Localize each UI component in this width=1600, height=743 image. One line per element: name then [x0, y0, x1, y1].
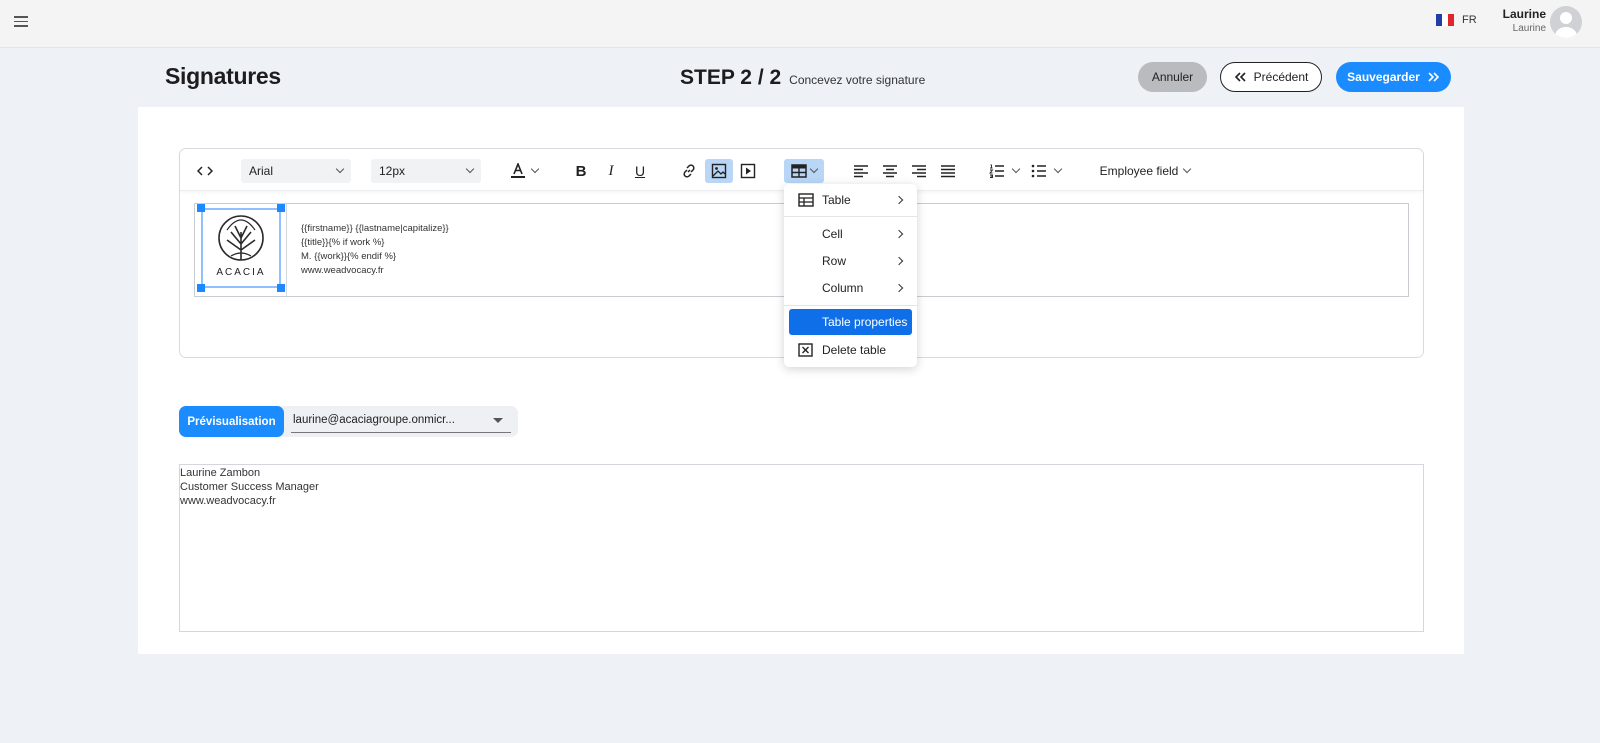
- text-color-icon: [510, 163, 525, 178]
- preview-email-select[interactable]: laurine@acaciagroupe.onmicr...: [291, 410, 511, 433]
- italic-icon[interactable]: I: [600, 159, 622, 183]
- step-label: STEP 2 / 2: [680, 66, 782, 89]
- menu-item-column[interactable]: Column: [784, 275, 917, 301]
- user-info[interactable]: Laurine Laurine: [1503, 7, 1546, 34]
- menu-icon[interactable]: [14, 16, 28, 27]
- menu-item-label: Row: [822, 254, 847, 268]
- bulleted-list-button[interactable]: [1028, 159, 1064, 183]
- logo-cell[interactable]: ACACIA: [195, 204, 287, 296]
- code-icon[interactable]: [194, 159, 216, 183]
- resize-handle[interactable]: [277, 204, 285, 212]
- font-family-select[interactable]: Arial: [241, 159, 351, 183]
- resize-handle[interactable]: [277, 284, 285, 292]
- delete-table-icon: [798, 343, 813, 357]
- signature-line: M. {{work}}{% endif %}: [301, 251, 397, 262]
- text-color-button[interactable]: [506, 159, 542, 183]
- chevron-right-icon: [894, 256, 904, 266]
- step-indicator: STEP 2 / 2 Concevez votre signature: [680, 66, 925, 90]
- preview-bar: Prévisualisation laurine@acaciagroupe.on…: [179, 406, 518, 437]
- preview-button[interactable]: Prévisualisation: [179, 406, 284, 437]
- bulleted-list-icon: [1031, 164, 1046, 178]
- double-chevron-right-icon: [1428, 72, 1439, 82]
- menu-divider: [784, 216, 917, 217]
- preview-line: www.weadvocacy.fr: [180, 495, 276, 507]
- bold-icon[interactable]: B: [570, 159, 592, 183]
- signature-template-text[interactable]: {{firstname}} {{lastname|capitalize}} {{…: [301, 222, 449, 278]
- table-icon: [798, 193, 814, 207]
- caret-down-icon: [493, 418, 503, 423]
- preview-text: Laurine Zambon Customer Success Manager …: [180, 466, 319, 508]
- align-justify-icon[interactable]: [937, 159, 959, 183]
- align-center-icon[interactable]: [879, 159, 901, 183]
- previous-button[interactable]: Précédent: [1220, 62, 1322, 92]
- save-button[interactable]: Sauvegarder: [1336, 62, 1451, 92]
- numbered-list-button[interactable]: [986, 159, 1022, 183]
- logo-text: ACACIA: [216, 267, 266, 278]
- acacia-logo-image[interactable]: ACACIA: [201, 208, 281, 288]
- cancel-button-label: Annuler: [1151, 70, 1194, 84]
- table-button[interactable]: [784, 159, 824, 183]
- cancel-button[interactable]: Annuler: [1138, 62, 1207, 92]
- step-description: Concevez votre signature: [789, 73, 926, 87]
- menu-divider: [784, 305, 917, 306]
- top-bar: FR Laurine Laurine: [0, 0, 1600, 48]
- underline-icon[interactable]: U: [629, 159, 651, 183]
- font-family-value: Arial: [249, 164, 274, 178]
- preview-line: Laurine Zambon: [180, 467, 261, 479]
- language-selector[interactable]: FR: [1436, 14, 1477, 26]
- france-flag-icon: [1436, 14, 1454, 26]
- menu-item-cell[interactable]: Cell: [784, 221, 917, 247]
- menu-item-label: Cell: [822, 227, 843, 241]
- menu-item-table-properties[interactable]: Table properties: [789, 309, 912, 335]
- double-chevron-left-icon: [1234, 72, 1246, 82]
- menu-item-table[interactable]: Table: [784, 187, 917, 213]
- employee-field-dropdown[interactable]: Employee field: [1097, 159, 1193, 183]
- signature-line: {{firstname}} {{lastname|capitalize}}: [301, 223, 449, 234]
- preview-line: Customer Success Manager: [180, 481, 319, 493]
- chevron-down-icon: [1053, 164, 1063, 174]
- table-menu: Table Cell Row Column Table properties D…: [784, 184, 917, 367]
- chevron-down-icon: [465, 164, 475, 174]
- menu-item-row[interactable]: Row: [784, 248, 917, 274]
- numbered-list-icon: [989, 164, 1004, 178]
- preview-email-value: laurine@acaciagroupe.onmicr...: [293, 414, 455, 426]
- signature-preview: Laurine Zambon Customer Success Manager …: [179, 464, 1424, 632]
- signature-line: {{title}}{% if work %}: [301, 237, 385, 248]
- resize-handle[interactable]: [197, 284, 205, 292]
- chevron-right-icon: [894, 229, 904, 239]
- page-title: Signatures: [165, 63, 281, 89]
- chevron-right-icon: [894, 283, 904, 293]
- menu-item-delete-table[interactable]: Delete table: [784, 337, 917, 363]
- chevron-down-icon: [335, 164, 345, 174]
- preview-button-label: Prévisualisation: [187, 415, 276, 428]
- image-icon[interactable]: [705, 159, 733, 183]
- tree-logo-icon: [218, 215, 264, 261]
- font-size-value: 12px: [379, 164, 406, 178]
- chevron-right-icon: [894, 195, 904, 205]
- user-subtitle: Laurine: [1512, 23, 1546, 34]
- table-icon: [791, 164, 807, 178]
- menu-item-label: Table properties: [822, 315, 908, 329]
- menu-item-label: Delete table: [822, 343, 887, 357]
- align-right-icon[interactable]: [908, 159, 930, 183]
- media-icon[interactable]: [737, 159, 759, 183]
- signature-line: www.weadvocacy.fr: [301, 265, 384, 276]
- previous-button-label: Précédent: [1253, 70, 1309, 84]
- align-left-icon[interactable]: [850, 159, 872, 183]
- menu-item-label: Table: [822, 193, 851, 207]
- chevron-down-icon: [1183, 164, 1192, 174]
- avatar[interactable]: [1550, 6, 1582, 38]
- chevron-down-icon: [1011, 164, 1021, 174]
- resize-handle[interactable]: [197, 204, 205, 212]
- chevron-down-icon: [809, 164, 819, 174]
- user-name: Laurine: [1502, 7, 1546, 21]
- menu-item-label: Column: [822, 281, 864, 295]
- employee-field-label: Employee field: [1099, 164, 1179, 178]
- chevron-down-icon: [530, 164, 539, 174]
- save-button-label: Sauvegarder: [1347, 70, 1420, 84]
- language-label: FR: [1462, 14, 1477, 26]
- link-icon[interactable]: [678, 159, 700, 183]
- font-size-select[interactable]: 12px: [371, 159, 481, 183]
